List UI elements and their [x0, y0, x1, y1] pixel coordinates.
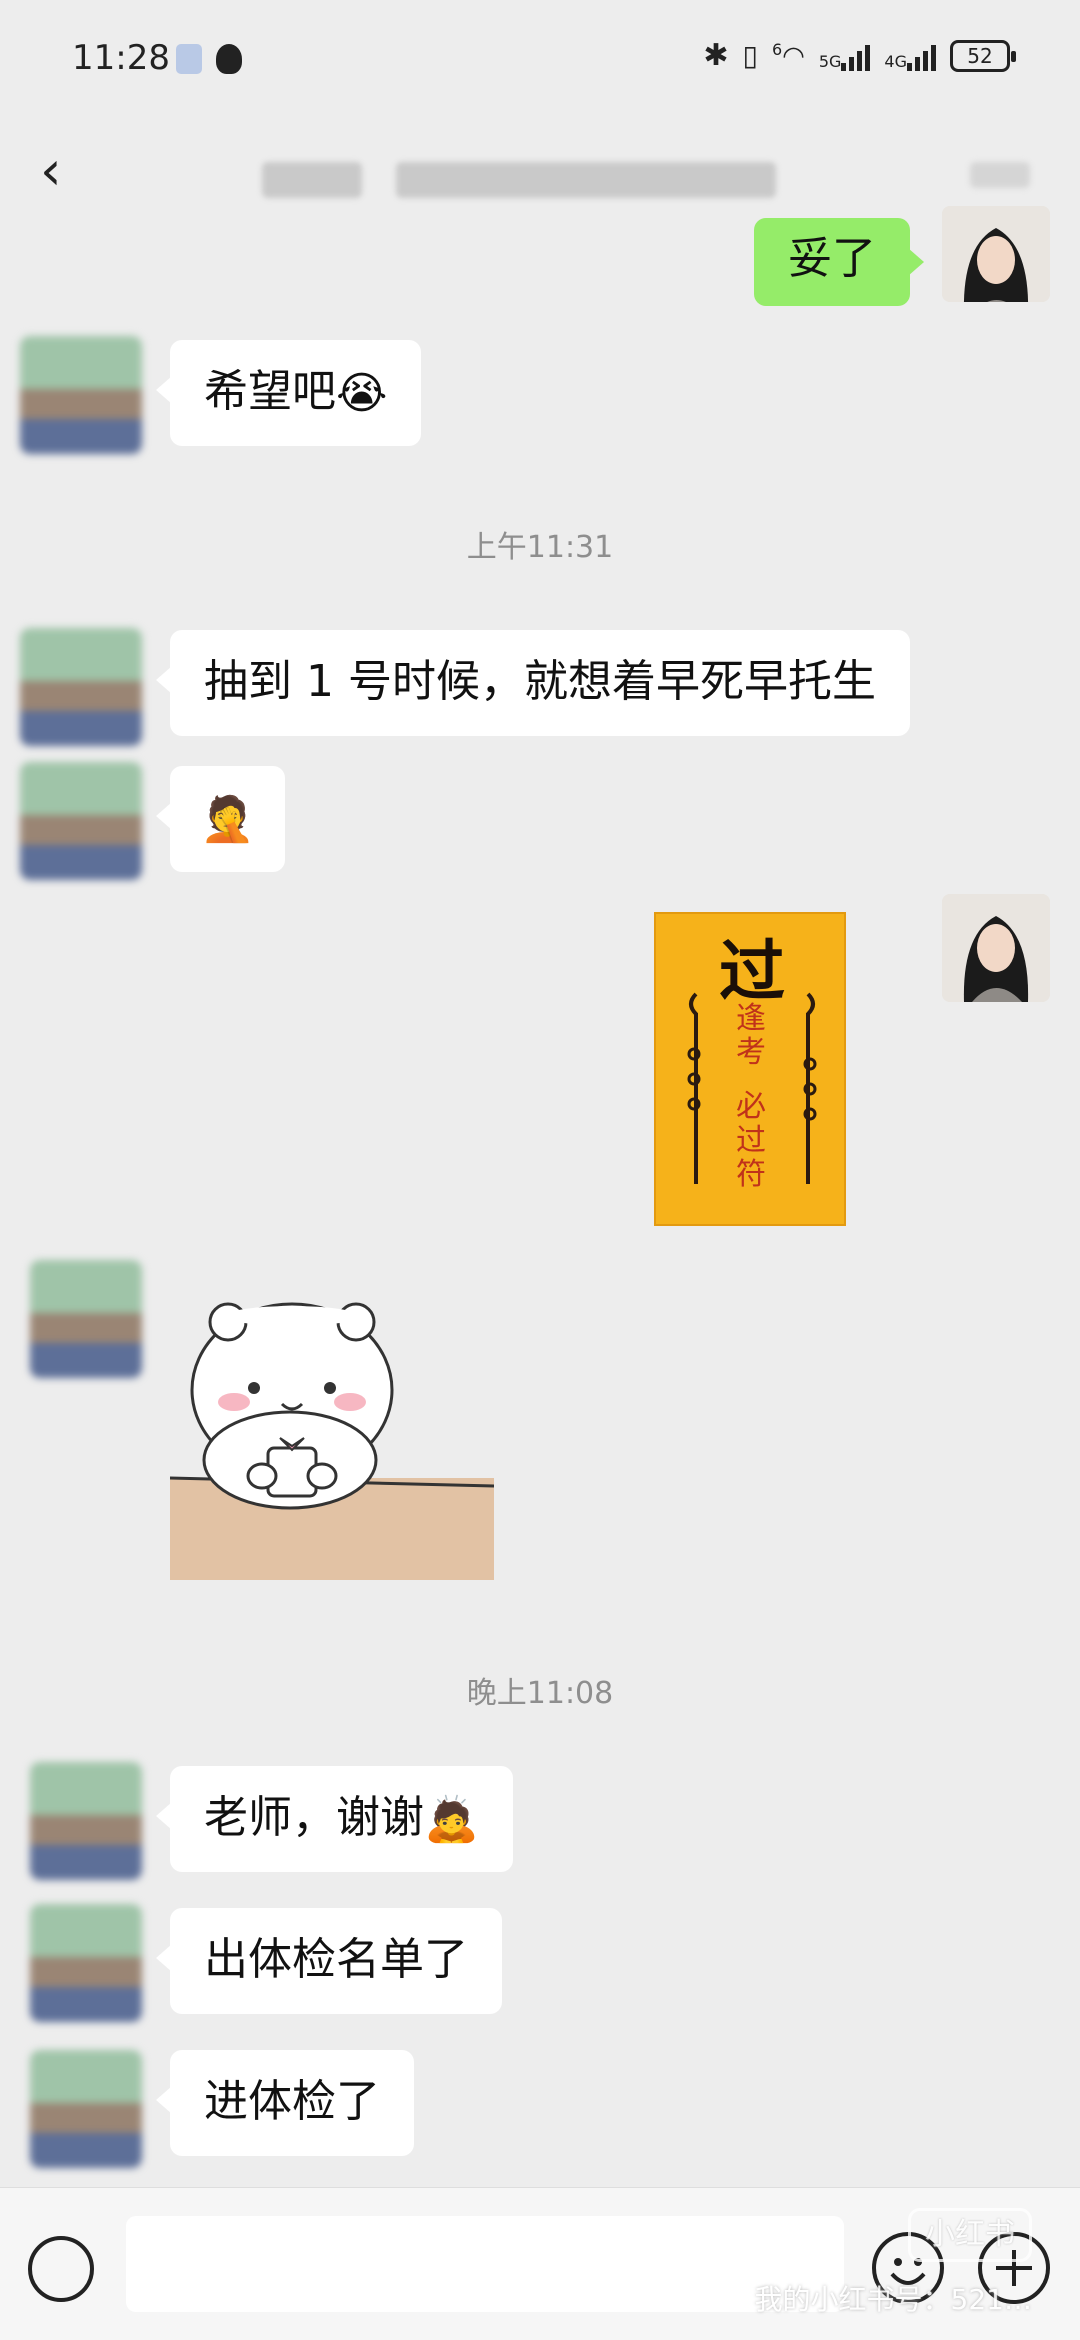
message-row-other: 抽到 1 号时候，就想着早死早托生 — [0, 628, 1080, 748]
crying-emoji: 😭 — [336, 368, 388, 419]
timestamp: 晚上11:08 — [466, 1676, 614, 1711]
message-row-other: 进体检了 — [0, 2050, 1080, 2170]
message-row-other: 出体检名单了 — [0, 1904, 1080, 2024]
signal-5g-label: 5G — [818, 51, 842, 71]
message-text: 进体检了 — [204, 2076, 380, 2127]
message-bubble-other[interactable]: 🤦 — [156, 766, 285, 872]
qq-icon — [216, 44, 242, 74]
wifi-icon: 6◠ — [771, 39, 805, 72]
avatar-other[interactable] — [20, 628, 142, 746]
avatar-self[interactable] — [942, 894, 1050, 1002]
message-row-other: 🤦 — [0, 762, 1080, 882]
message-row-other — [0, 1260, 1080, 1600]
signal-4g-icon: 4G — [884, 41, 936, 71]
message-row-other: 老师，谢谢🙇 — [0, 1762, 1080, 1882]
more-icon[interactable] — [970, 162, 1030, 188]
signal-5g-icon: 5G — [819, 41, 871, 71]
facepalm-emoji: 🤦 — [200, 794, 255, 845]
bluetooth-icon: ✱ — [703, 38, 729, 73]
message-bubble-other[interactable]: 抽到 1 号时候，就想着早死早托生 — [156, 630, 910, 736]
watermark-text: 我的小红书号：521… — [754, 2283, 1032, 2316]
message-bubble-other[interactable]: 希望吧😭 — [155, 340, 422, 446]
message-row-other: 希望吧😭 — [0, 336, 1080, 456]
message-bubble-other[interactable]: 老师，谢谢🙇 — [156, 1766, 513, 1872]
bear-sticker[interactable] — [169, 1280, 495, 1580]
status-time: 11:28 — [72, 38, 170, 78]
notification-icon — [176, 44, 202, 74]
avatar-other[interactable] — [30, 2050, 142, 2168]
avatar-other[interactable] — [20, 336, 142, 454]
message-bubble-other[interactable]: 出体检名单了 — [156, 1908, 502, 2014]
watermark-logo: 小红书 — [908, 2208, 1032, 2262]
chat-title-blurred — [262, 162, 362, 198]
bear-with-cup-image — [169, 1302, 495, 1580]
avatar-other[interactable] — [30, 1260, 142, 1378]
chat-header: ‹ — [0, 122, 1080, 232]
input-bar: 小红书 我的小红书号：521… — [0, 2187, 1080, 2340]
avatar-other[interactable] — [30, 1904, 142, 2022]
talisman-sticker[interactable]: 过 逢考 必过符 — [654, 912, 846, 1226]
message-input[interactable] — [126, 2216, 844, 2312]
talisman-big-char: 过 — [719, 932, 785, 1010]
avatar-other[interactable] — [30, 1762, 142, 1880]
voice-icon[interactable] — [28, 2236, 94, 2302]
message-text: 老师，谢谢 — [204, 1792, 424, 1843]
avatar-other[interactable] — [20, 762, 142, 880]
wifi-badge: 6 — [771, 39, 783, 59]
message-bubble-self[interactable]: 妥了 — [754, 218, 924, 306]
message-text: 妥了 — [788, 233, 876, 284]
signal-4g-label: 4G — [884, 51, 907, 71]
status-bar: 11:28 ✱ ▯ 6◠ 5G 4G 52 — [0, 0, 1080, 122]
vibrate-icon: ▯ — [742, 39, 758, 72]
chevron-left-icon[interactable]: ‹ — [40, 144, 62, 198]
message-text: 出体检名单了 — [204, 1934, 468, 1985]
message-text: 希望吧 — [204, 366, 336, 417]
message-bubble-other[interactable]: 进体检了 — [156, 2050, 414, 2156]
message-text: 抽到 1 号时候，就想着早死早托生 — [204, 656, 876, 707]
talisman-line-2: 必过符 — [736, 1089, 766, 1192]
status-icons: ✱ ▯ 6◠ 5G 4G 52 — [703, 38, 1016, 73]
chat-title-blurred — [396, 162, 776, 198]
talisman-line-1: 逢考 — [736, 1001, 766, 1070]
avatar-self-image — [942, 206, 1050, 302]
message-row-self: 过 逢考 必过符 — [0, 894, 1080, 1238]
message-row-self: 妥了 — [0, 206, 1080, 338]
battery-level: 52 — [967, 43, 993, 68]
avatar-self[interactable] — [942, 206, 1050, 302]
bowing-emoji: 🙇 — [424, 1794, 479, 1845]
message-list: 妥了 希望吧😭 上午11:31 抽到 1 号时候，就想着早死早托生 🤦 过 逢考… — [0, 206, 1080, 2187]
avatar-self-image — [942, 894, 1050, 1002]
battery-icon: 52 — [950, 39, 1016, 72]
timestamp: 上午11:31 — [466, 530, 614, 565]
